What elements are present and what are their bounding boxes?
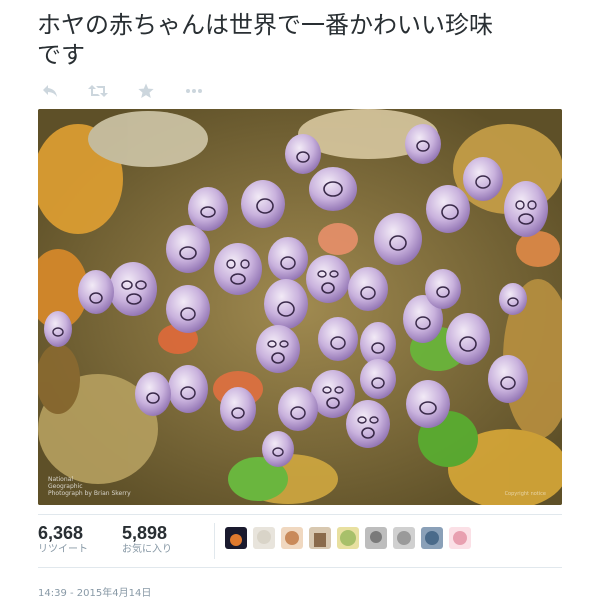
photo-copyright: Copyright notice bbox=[504, 491, 546, 497]
avatar[interactable] bbox=[421, 527, 443, 549]
photo-credit: National Geographic Photograph by Brian … bbox=[48, 476, 131, 497]
reply-button[interactable] bbox=[38, 82, 62, 100]
credit-line-2: Geographic bbox=[48, 483, 83, 490]
sea-squirt-photo bbox=[38, 109, 562, 505]
more-dots-icon bbox=[186, 89, 202, 93]
favorites-label: お気に入り bbox=[122, 544, 172, 555]
stats-divider bbox=[214, 523, 215, 559]
divider-bottom bbox=[38, 567, 562, 568]
retweets-label: リツイート bbox=[38, 544, 88, 555]
tweet-actions bbox=[38, 82, 206, 100]
tweet-text-line-2: です bbox=[37, 41, 85, 69]
tweet-text: ホヤの赤ちゃんは世界で一番かわいい珍味 です bbox=[37, 10, 577, 70]
favorite-button[interactable] bbox=[134, 82, 158, 100]
tweet-photo[interactable]: National Geographic Photograph by Brian … bbox=[38, 109, 562, 505]
favorites-count: 5,898 bbox=[122, 523, 168, 543]
tweet-timestamp[interactable]: 14:39 - 2015年4月14日 bbox=[38, 584, 151, 599]
avatar[interactable] bbox=[253, 527, 275, 549]
avatar[interactable] bbox=[309, 527, 331, 549]
credit-line-3: Photograph by Brian Skerry bbox=[48, 490, 131, 497]
avatar[interactable] bbox=[365, 527, 387, 549]
tweet-stats: 6,368 リツイート 5,898 お気に入り bbox=[38, 523, 471, 563]
favoriter-avatars bbox=[225, 523, 471, 549]
avatar[interactable] bbox=[337, 527, 359, 549]
credit-line-1: National bbox=[48, 476, 74, 483]
favorites-stat[interactable]: 5,898 お気に入り bbox=[122, 523, 172, 557]
divider-top bbox=[38, 514, 562, 515]
avatar[interactable] bbox=[393, 527, 415, 549]
more-button[interactable] bbox=[182, 82, 206, 100]
tweet-text-line-1: ホヤの赤ちゃんは世界で一番かわいい珍味 bbox=[37, 11, 493, 39]
retweets-count: 6,368 bbox=[38, 523, 84, 543]
retweets-stat[interactable]: 6,368 リツイート bbox=[38, 523, 88, 557]
reply-icon bbox=[43, 85, 57, 97]
avatar[interactable] bbox=[281, 527, 303, 549]
retweet-icon bbox=[88, 85, 108, 97]
avatar[interactable] bbox=[225, 527, 247, 549]
retweet-button[interactable] bbox=[86, 82, 110, 100]
avatar[interactable] bbox=[449, 527, 471, 549]
favorite-star-icon bbox=[138, 83, 154, 98]
